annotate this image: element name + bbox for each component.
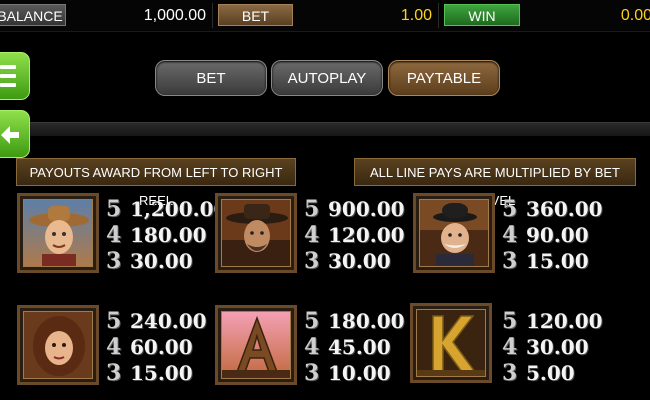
back-button[interactable] — [0, 110, 30, 158]
bet-label: BET — [218, 4, 293, 26]
cowboy-symbol-art — [23, 199, 93, 267]
lady-symbol-art — [23, 311, 93, 379]
pay-count: 5 — [502, 196, 518, 222]
pay-count: 3 — [502, 248, 518, 274]
pay-count: 3 — [106, 360, 122, 386]
pay-count: 5 — [106, 308, 122, 334]
pay-value: 15.00 — [130, 361, 193, 385]
pay-value: 15.00 — [526, 249, 589, 273]
ace-symbol-art — [221, 311, 291, 379]
symbol-ace — [215, 305, 297, 385]
symbol-bandit — [215, 193, 297, 273]
pay-value: 1,200.00 — [130, 197, 228, 221]
symbol-lady — [17, 305, 99, 385]
pay-count: 4 — [106, 222, 122, 248]
status-bar: BALANCE 1,000.00 BET 1.00 WIN 0.00 — [0, 0, 650, 32]
pay-count: 4 — [502, 334, 518, 360]
symbol-cowboy — [17, 193, 99, 273]
pay-value: 360.00 — [526, 197, 603, 221]
pay-count: 5 — [304, 196, 320, 222]
pay-count: 3 — [502, 360, 518, 386]
back-arrow-icon — [1, 126, 19, 144]
win-label: WIN — [444, 4, 520, 26]
pay-value: 120.00 — [526, 309, 603, 333]
payout-direction-banner: PAYOUTS AWARD FROM LEFT TO RIGHT REEL — [16, 158, 296, 208]
pay-count: 3 — [304, 360, 320, 386]
sheriff-symbol-art — [419, 199, 489, 267]
pay-value: 10.00 — [328, 361, 391, 385]
divider — [30, 122, 650, 136]
king-symbol-art — [416, 309, 486, 377]
pay-count: 4 — [304, 222, 320, 248]
pay-count: 3 — [106, 248, 122, 274]
pay-value: 5.00 — [526, 361, 575, 385]
balance-label: BALANCE — [0, 4, 66, 26]
bet-multiplier-banner: ALL LINE PAYS ARE MULTIPLIED BY BET LEVE… — [354, 158, 636, 208]
tab-paytable[interactable]: PAYTABLE — [388, 60, 500, 96]
pay-count: 4 — [304, 334, 320, 360]
symbol-king — [410, 303, 492, 383]
bandit-symbol-art — [221, 199, 291, 267]
pay-count: 5 — [106, 196, 122, 222]
pay-value: 240.00 — [130, 309, 207, 333]
tab-bet[interactable]: BET — [155, 60, 267, 96]
menu-button[interactable] — [0, 52, 30, 100]
pay-value: 900.00 — [328, 197, 405, 221]
symbol-sheriff — [413, 193, 495, 273]
pay-value: 120.00 — [328, 223, 405, 247]
tab-autoplay[interactable]: AUTOPLAY — [271, 60, 383, 96]
divider — [212, 3, 213, 28]
balance-value: 1,000.00 — [143, 7, 206, 24]
pay-count: 4 — [106, 334, 122, 360]
divider — [438, 3, 439, 28]
pay-value: 60.00 — [130, 335, 193, 359]
pay-count: 5 — [304, 308, 320, 334]
pay-value: 30.00 — [328, 249, 391, 273]
bet-value: 1.00 — [400, 7, 432, 24]
pay-value: 180.00 — [328, 309, 405, 333]
pay-count: 5 — [502, 308, 518, 334]
pay-value: 45.00 — [328, 335, 391, 359]
pay-count: 4 — [502, 222, 518, 248]
win-value: 0.00 — [620, 7, 650, 24]
pay-value: 30.00 — [526, 335, 589, 359]
pay-value: 180.00 — [130, 223, 207, 247]
pay-value: 30.00 — [130, 249, 193, 273]
pay-value: 90.00 — [526, 223, 589, 247]
pay-count: 3 — [304, 248, 320, 274]
